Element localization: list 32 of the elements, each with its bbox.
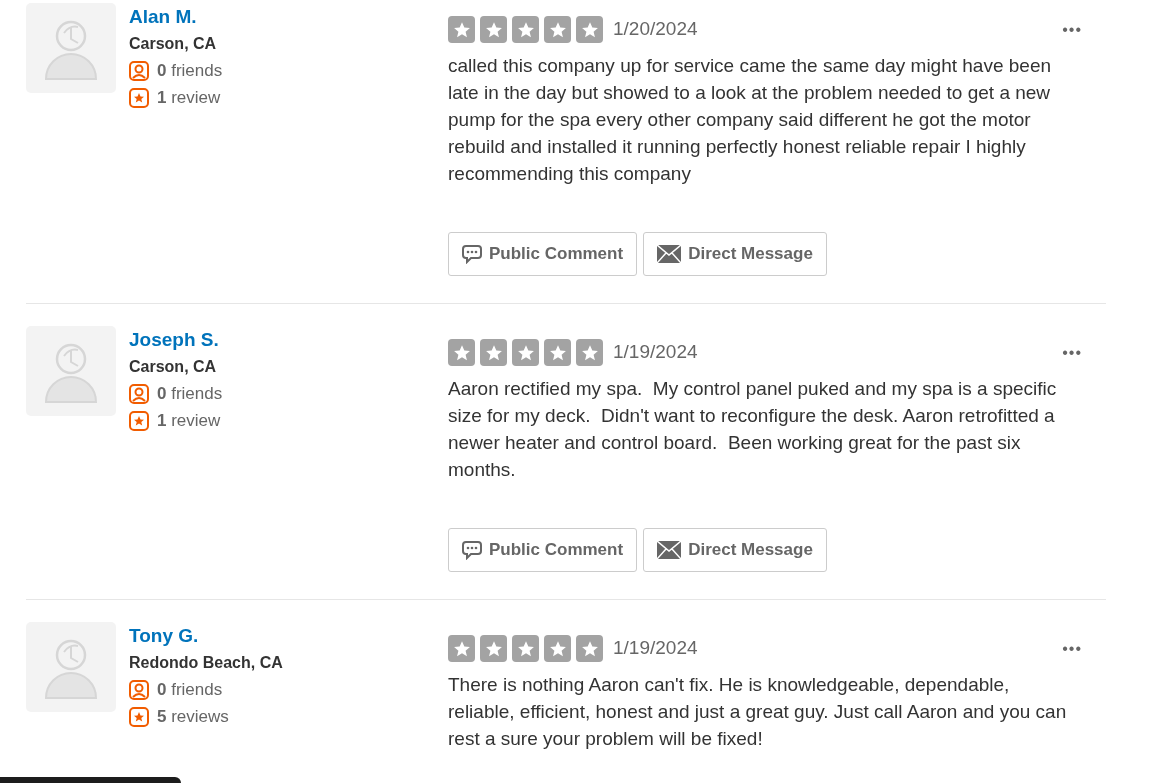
review-text: There is nothing Aaron can't fix. He is knowledgeable, dependable, reliable, efficient, honest and just a great guy. Just call Aaron and you can rest a sure your problem will be fixed!: [448, 673, 1068, 751]
speech-bubble-icon: [462, 540, 482, 560]
more-options-button[interactable]: •••: [1062, 344, 1082, 361]
friends-count: 0 friends: [157, 678, 223, 701]
reviewer-location: Redondo Beach, CA: [129, 653, 283, 673]
public-comment-button[interactable]: Public Comment: [448, 232, 638, 276]
friends-icon: [129, 383, 149, 404]
review-count: 1 review: [157, 86, 221, 109]
more-options-button[interactable]: •••: [1062, 640, 1082, 657]
review-text: Aaron rectified my spa. My control panel puked and my spa is a specific size for my deck. Didn't want to reconfigure the desk. Aaron retrofitted a newer heater and control board. Been working great for the past six months.: [448, 377, 1058, 482]
friends-icon: [129, 60, 149, 81]
friends-icon: [129, 679, 149, 700]
friends-count: 0 friends: [157, 382, 223, 405]
envelope-icon: [657, 541, 682, 559]
direct-message-button[interactable]: Direct Message: [643, 528, 827, 572]
review-text: called this company up for service came the same day might have been late in the day but showed to a look at the problem needed to get a new pump for the spa every other company said different he got the motor rebuild and installed it running perfectly honest reliable repair I highly recommending this company: [448, 54, 1053, 186]
reviewer-name[interactable]: Joseph S.: [129, 326, 219, 354]
friends-count: 0 friends: [157, 59, 223, 82]
review-date: 1/20/2024: [613, 17, 698, 42]
more-options-button[interactable]: •••: [1062, 21, 1082, 38]
reviewer-name[interactable]: Tony G.: [129, 622, 199, 650]
envelope-icon: [657, 245, 682, 263]
review-count: 1 review: [157, 409, 221, 432]
reviewer-location: Carson, CA: [129, 357, 218, 377]
reviewer-location: Carson, CA: [129, 34, 218, 54]
reviewer-name[interactable]: Alan M.: [129, 3, 197, 31]
review-count: 5 reviews: [157, 705, 229, 728]
speech-bubble-icon: [462, 244, 482, 264]
direct-message-button[interactable]: Direct Message: [643, 232, 827, 276]
public-comment-button[interactable]: Public Comment: [448, 528, 638, 572]
review-date: 1/19/2024: [613, 340, 698, 365]
review-date: 1/19/2024: [613, 636, 698, 661]
